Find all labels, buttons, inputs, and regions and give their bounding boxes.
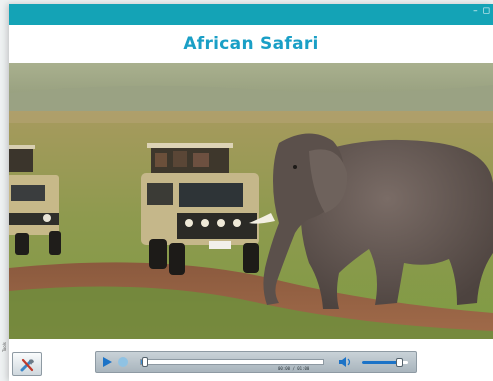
player-area: 00:00 / 01:00	[9, 339, 493, 381]
app-window: – ◻ African Safari 00:00 / 01:00	[9, 4, 493, 381]
window-controls[interactable]: – ◻	[473, 7, 491, 16]
progress-handle[interactable]	[141, 357, 148, 367]
progress-bar[interactable]	[140, 357, 324, 367]
side-label: Tools	[2, 342, 7, 352]
tools-icon	[20, 358, 34, 372]
safari-photo-illustration	[9, 63, 493, 339]
volume-handle[interactable]	[395, 358, 403, 367]
volume-fill	[362, 361, 400, 364]
safari-photo	[9, 63, 493, 339]
volume-icon[interactable]	[338, 356, 352, 368]
stop-icon[interactable]	[118, 357, 128, 367]
title-bar: – ◻	[9, 4, 493, 25]
volume-slider[interactable]	[362, 358, 408, 367]
page-header: African Safari	[9, 25, 493, 63]
play-icon[interactable]	[103, 357, 112, 367]
media-player-bar: 00:00 / 01:00	[95, 351, 417, 373]
time-readout: 00:00 / 01:00	[278, 366, 310, 371]
page-title: African Safari	[183, 34, 319, 54]
tools-button[interactable]	[12, 352, 42, 376]
